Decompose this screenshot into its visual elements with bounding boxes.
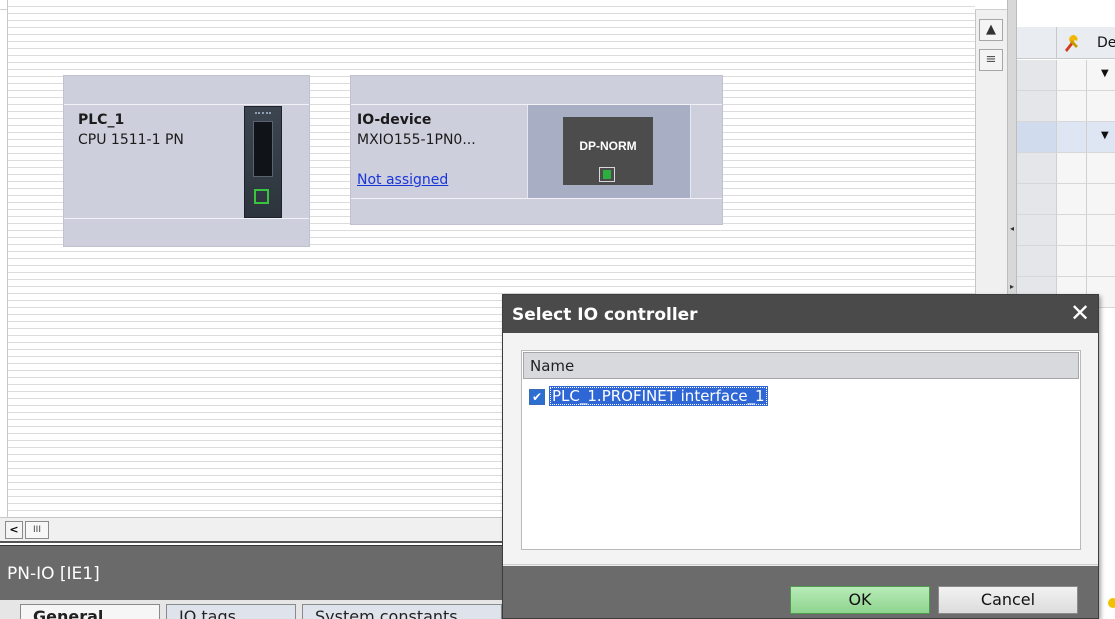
side-table-row[interactable] (1017, 153, 1115, 184)
scroll-menu-button[interactable]: ≡ (979, 49, 1003, 71)
close-icon[interactable]: ✕ (1068, 301, 1092, 326)
cpu-display (253, 121, 273, 177)
io-device-name: IO-device (357, 112, 432, 128)
scroll-left-button[interactable]: < (5, 521, 23, 539)
side-table-row[interactable]: ▼ (1017, 122, 1115, 153)
side-cell (1057, 60, 1087, 90)
controller-checkbox[interactable]: ✔ (529, 389, 545, 405)
cpu-module-icon (244, 106, 282, 218)
plc-device-box[interactable]: PLC_1 CPU 1511-1 PN (63, 75, 310, 247)
side-cell (1057, 246, 1087, 276)
cancel-button[interactable]: Cancel (938, 586, 1078, 614)
side-cell (1017, 184, 1057, 214)
inspector-title: PN-IO [IE1] (7, 564, 100, 584)
side-table-row[interactable] (1017, 215, 1115, 246)
side-table-row[interactable] (1017, 184, 1115, 215)
status-indicator-icon (1108, 598, 1115, 608)
plc-type: CPU 1511-1 PN (78, 132, 184, 148)
cpu-status-leds (255, 112, 271, 115)
tab-io-tags[interactable]: IO tags (166, 604, 296, 619)
not-assigned-link[interactable]: Not assigned (357, 172, 448, 188)
dialog-title: Select IO controller (512, 305, 698, 325)
dialog-body: Name ✔ PLC_1.PROFINET interface_1 (503, 333, 1098, 565)
io-module-icon: DP-NORM (527, 105, 691, 198)
select-io-controller-dialog: Select IO controller ✕ Name ✔ PLC_1.PROF… (502, 294, 1099, 619)
side-table-row[interactable]: ▼ (1017, 60, 1115, 91)
list-column-header[interactable]: Name (523, 352, 1079, 379)
side-cell (1017, 153, 1057, 183)
side-cell (1057, 215, 1087, 245)
tab-general[interactable]: General (20, 604, 160, 619)
io-device-box[interactable]: IO-device MXIO155-1PN0... Not assigned D… (350, 75, 723, 225)
side-cell (1057, 184, 1087, 214)
dropdown-icon[interactable]: ▼ (1101, 68, 1109, 79)
side-table-row[interactable] (1017, 91, 1115, 122)
dialog-titlebar[interactable]: Select IO controller ✕ (503, 295, 1098, 333)
side-cell (1057, 91, 1087, 121)
scroll-thumb[interactable]: III (25, 521, 49, 539)
side-cell (1017, 122, 1057, 152)
side-cell (1017, 60, 1057, 90)
side-cell (1017, 215, 1057, 245)
scroll-up-button[interactable]: ▲ (979, 19, 1003, 41)
controller-item-label[interactable]: PLC_1.PROFINET interface_1 (549, 386, 768, 406)
ok-button[interactable]: OK (790, 586, 930, 614)
side-cell (1017, 246, 1057, 276)
dropdown-icon[interactable]: ▼ (1101, 130, 1109, 141)
tab-system-constants[interactable]: System constants (302, 604, 502, 619)
side-header-cell (1017, 27, 1057, 59)
name-column-label: Name (530, 357, 575, 375)
controller-list[interactable]: Name ✔ PLC_1.PROFINET interface_1 (521, 350, 1081, 550)
side-table-header: De (1017, 27, 1115, 59)
dialog-footer: OK Cancel (503, 566, 1098, 618)
io-device-port[interactable] (599, 167, 615, 182)
plc-name: PLC_1 (78, 112, 125, 128)
side-cell (1057, 122, 1087, 152)
side-header-label: De (1097, 35, 1115, 51)
side-cell (1017, 91, 1057, 121)
io-module-body: DP-NORM (563, 117, 653, 185)
side-table-row[interactable] (1017, 246, 1115, 277)
splitter-arrow-icon: ◂ (1010, 224, 1015, 233)
splitter-arrow-icon: ▸ (1010, 282, 1015, 291)
tools-icon (1065, 35, 1078, 52)
io-module-label: DP-NORM (579, 139, 637, 153)
side-cell (1057, 153, 1087, 183)
io-device-type: MXIO155-1PN0... (357, 132, 476, 148)
plc-profinet-port[interactable] (254, 189, 269, 204)
